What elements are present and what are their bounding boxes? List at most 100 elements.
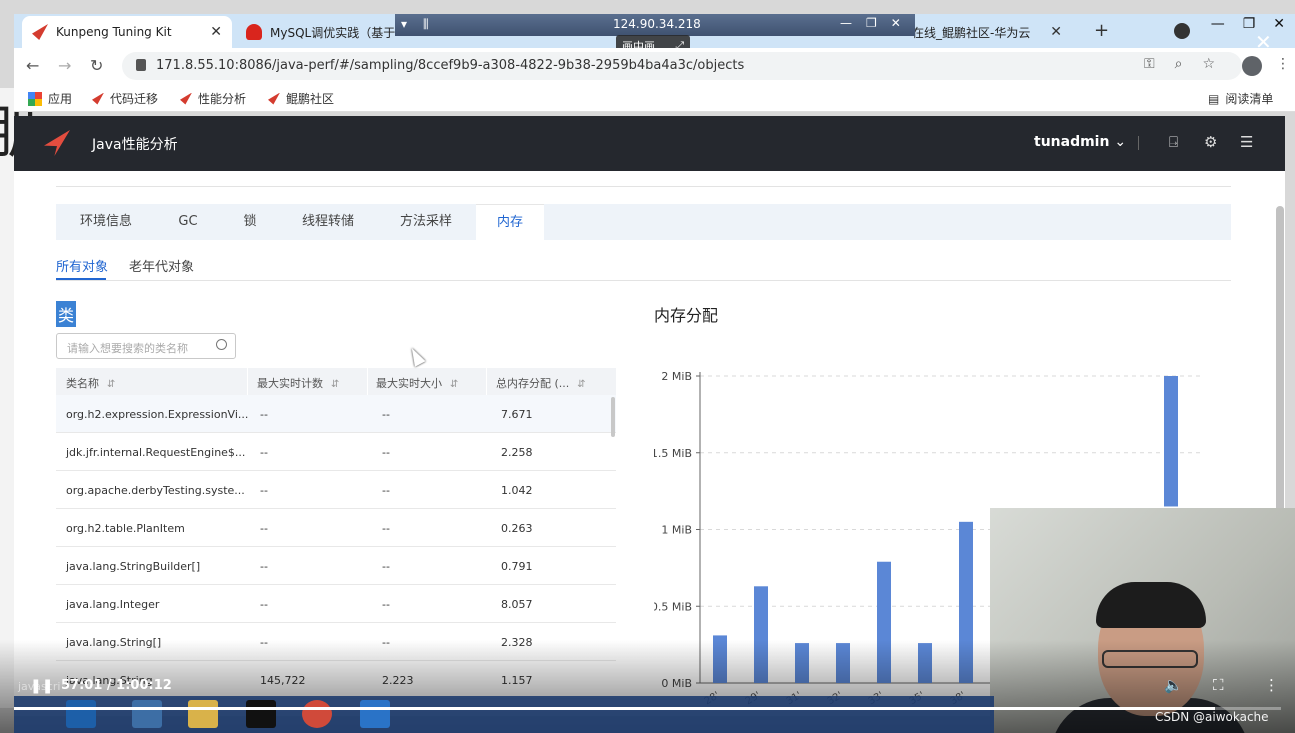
table-cell: -- [382, 446, 390, 459]
tab-memory[interactable]: 内存 [476, 204, 544, 240]
zoom-icon[interactable]: ⌕ [1175, 56, 1183, 72]
sort-icon[interactable]: ⇵ [577, 379, 585, 390]
table-cell: java.lang.Integer [66, 598, 160, 611]
table-row[interactable]: org.apache.derbyTesting.syste... -- -- 1.04… [56, 471, 616, 509]
subtab-all-objects[interactable]: 所有对象 [56, 256, 108, 275]
bookmark-perf-analysis[interactable]: 性能分析 [180, 90, 246, 107]
sort-icon[interactable]: ⇵ [331, 379, 339, 390]
table-cell: org.h2.table.PlanItem [66, 522, 185, 535]
table-header: 类名称 ⇵ 最大实时计数 ⇵ 最大实时大小 ⇵ 总内存分配 (... ⇵ [56, 368, 616, 395]
y-tick-label: 0.5 MiB [654, 600, 692, 613]
logout-icon[interactable]: ⍈ [1169, 133, 1178, 151]
search-icon[interactable] [216, 339, 227, 350]
col-header-max-live-count[interactable]: 最大实时计数 ⇵ [257, 375, 339, 391]
volume-icon[interactable]: 🔈 [1164, 676, 1183, 694]
bookmark-star-icon[interactable]: ☆ [1202, 56, 1215, 72]
new-tab-icon[interactable]: + [1094, 20, 1109, 41]
table-cell: -- [260, 598, 268, 611]
bookmark-kunpeng-community[interactable]: 鲲鹏社区 [268, 90, 334, 107]
browser-tab-kunpeng-community[interactable]: 在线_鲲鹏社区-华为云 ✕ [902, 16, 1072, 48]
col-header-max-live-size[interactable]: 最大实时大小 ⇵ [376, 375, 458, 391]
table-cell: -- [382, 560, 390, 573]
sort-icon[interactable]: ⇵ [107, 379, 115, 390]
window-controls: — ❐ ✕ [1211, 16, 1285, 32]
more-options-icon[interactable]: ⋮ [1264, 676, 1279, 694]
divider [1138, 136, 1139, 150]
table-cell: org.apache.derbyTesting.syste... [66, 484, 245, 497]
table-row[interactable]: org.h2.expression.ExpressionVi... -- -- 7.6… [56, 395, 616, 433]
browser-menu-icon[interactable]: ⋮ [1276, 56, 1290, 72]
remote-desktop-bar: ▾ ⫼ 124.90.34.218 — ❐ ✕ [395, 14, 915, 36]
bookmark-label: 鲲鹏社区 [286, 92, 335, 106]
col-header-total-alloc[interactable]: 总内存分配 (... ⇵ [496, 375, 586, 391]
reading-list-icon: ▤ [1208, 91, 1220, 106]
search-placeholder: 请输入想要搜索的类名称 [67, 342, 188, 355]
browser-tab-kunpeng[interactable]: Kunpeng Tuning Kit ✕ [22, 16, 232, 48]
tab-gc[interactable]: GC [156, 204, 220, 240]
table-cell: -- [382, 522, 390, 535]
divider [56, 186, 1231, 187]
table-cell: 8.057 [501, 598, 533, 611]
tab-environment[interactable]: 环境信息 [56, 204, 156, 240]
table-row[interactable]: java.lang.Integer -- -- 8.057 [56, 585, 616, 623]
key-icon[interactable]: ⚿ [1144, 56, 1155, 72]
sort-icon[interactable]: ⇵ [450, 379, 458, 390]
close-icon[interactable]: ✕ [1050, 24, 1062, 40]
chevron-down-icon[interactable]: ▾ [401, 17, 407, 31]
watermark: CSDN @aiwokache [1155, 710, 1269, 724]
profile-avatar[interactable] [1242, 56, 1262, 76]
bookmark-code-migration[interactable]: 代码迁移 [92, 90, 158, 107]
bookmark-apps[interactable]: 应用 [28, 90, 72, 107]
reload-icon[interactable]: ↻ [90, 56, 103, 75]
table-cell: -- [260, 522, 268, 535]
pause-icon[interactable]: ❚❚ [30, 678, 53, 694]
minimize-icon[interactable]: — [840, 16, 852, 30]
hamburger-menu-icon[interactable]: ☰ [1240, 133, 1253, 151]
kunpeng-logo-icon [268, 92, 280, 105]
table-cell: -- [260, 446, 268, 459]
tab-lock[interactable]: 锁 [220, 204, 280, 240]
class-search-input[interactable]: 请输入想要搜索的类名称 [56, 333, 236, 359]
windows-taskbar: javascri [14, 680, 994, 733]
background-desktop: 肌 [0, 88, 42, 708]
tab-title: Kunpeng Tuning Kit [56, 25, 172, 39]
tab-search-icon[interactable] [1174, 23, 1190, 39]
minimize-icon[interactable]: — [1211, 16, 1225, 32]
y-tick-label: 1 MiB [661, 524, 692, 537]
app-title: Java性能分析 [92, 137, 178, 153]
tab-thread-dump[interactable]: 线程转储 [280, 204, 376, 240]
browser-tab-mysql[interactable]: MySQL调优实践（基于 [236, 16, 406, 48]
y-tick-label: 2 MiB [661, 370, 692, 383]
bookmark-label: 应用 [48, 92, 73, 106]
maximize-icon[interactable]: ❐ [1243, 16, 1256, 32]
table-cell: 0.263 [501, 522, 533, 535]
table-cell: 0.791 [501, 560, 533, 573]
table-row[interactable]: jdk.jfr.internal.RequestEngine$... -- -- 2.… [56, 433, 616, 471]
back-icon[interactable]: ← [26, 56, 39, 75]
table-cell: org.h2.expression.ExpressionVi... [66, 408, 249, 421]
close-window-icon[interactable]: ✕ [1273, 16, 1285, 32]
video-progress-fill [14, 707, 1216, 710]
forward-icon[interactable]: → [58, 56, 71, 75]
table-row[interactable]: org.h2.table.PlanItem -- -- 0.263 [56, 509, 616, 547]
table-cell: -- [382, 484, 390, 497]
table-row[interactable]: java.lang.StringBuilder[] -- -- 0.791 [56, 547, 616, 585]
url-field[interactable]: 171.8.55.10:8086/java-perf/#/sampling/8c… [122, 52, 1242, 80]
remote-ip: 124.90.34.218 [613, 17, 701, 31]
table-scrollbar[interactable] [611, 397, 615, 437]
col-header-class-name[interactable]: 类名称 ⇵ [66, 375, 115, 391]
signal-icon: ⫼ [423, 17, 429, 31]
gear-icon[interactable]: ⚙ [1204, 133, 1217, 151]
user-menu[interactable]: tunadmin ⌄ [1034, 134, 1126, 150]
restore-icon[interactable]: ❐ [866, 16, 877, 30]
close-icon[interactable]: ✕ [210, 24, 222, 40]
reading-list[interactable]: ▤ 阅读清单 [1208, 90, 1273, 107]
close-icon[interactable]: ✕ [891, 16, 901, 30]
chart-title: 内存分配 [654, 306, 719, 325]
chevron-down-icon: ⌄ [1114, 134, 1127, 150]
fullscreen-icon[interactable]: ⛶ [1213, 676, 1224, 694]
subtab-old-gen-objects[interactable]: 老年代对象 [129, 256, 194, 275]
table-cell: -- [382, 598, 390, 611]
tab-method-sampling[interactable]: 方法采样 [376, 204, 476, 240]
video-progress-bar[interactable] [14, 707, 1281, 710]
